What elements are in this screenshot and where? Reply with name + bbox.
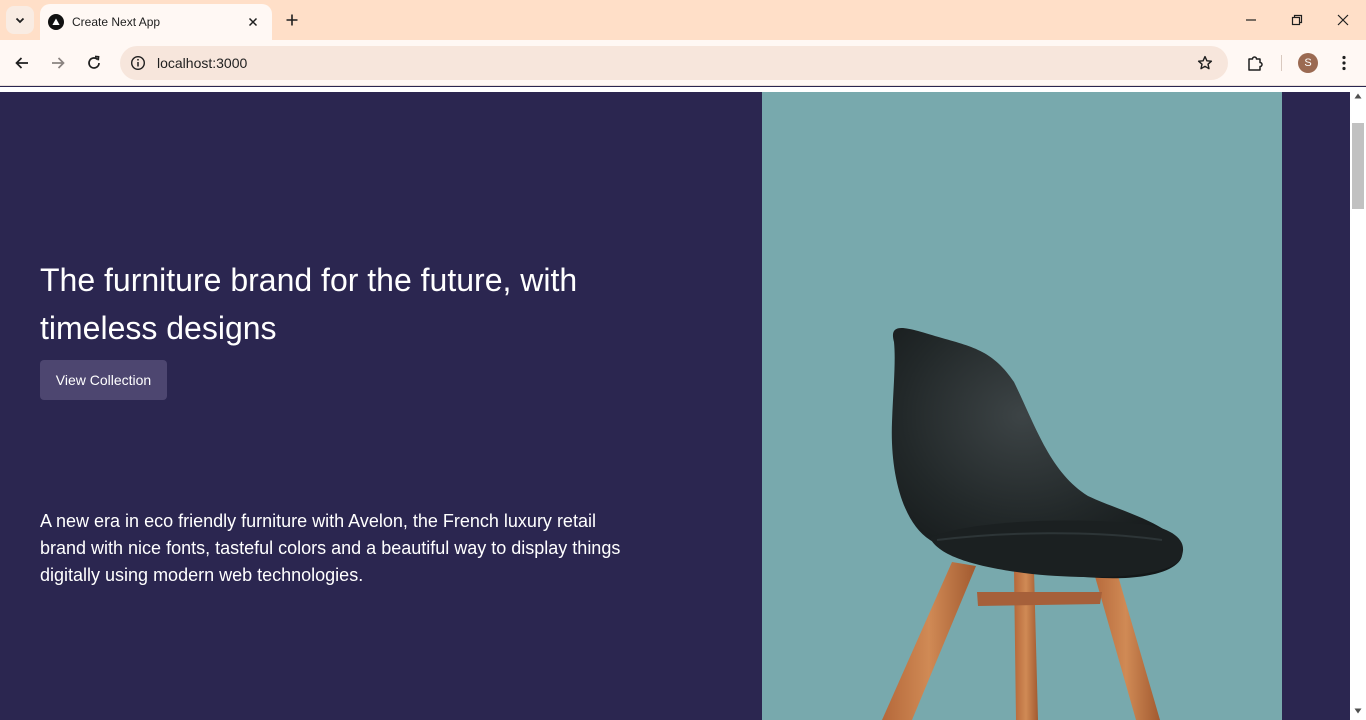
browser-menu-button[interactable] xyxy=(1330,49,1358,77)
info-icon xyxy=(130,55,146,71)
address-bar[interactable]: localhost:3000 xyxy=(120,46,1228,80)
reload-button[interactable] xyxy=(80,49,108,77)
browser-tab[interactable]: Create Next App xyxy=(40,4,272,40)
close-icon xyxy=(1337,14,1349,26)
arrow-right-icon xyxy=(52,57,65,69)
plus-icon xyxy=(286,14,298,26)
restore-icon xyxy=(1291,14,1303,26)
reload-icon xyxy=(88,55,100,69)
scroll-down-button[interactable] xyxy=(1350,704,1366,718)
hero-description: A new era in eco friendly furniture with… xyxy=(40,511,621,585)
chair-illustration xyxy=(882,327,1184,720)
browser-toolbar: localhost:3000 S xyxy=(0,40,1366,86)
tab-title: Create Next App xyxy=(72,15,161,29)
arrow-left-icon xyxy=(15,57,28,69)
site-info-button[interactable] xyxy=(121,46,155,80)
extensions-button[interactable] xyxy=(1241,49,1269,77)
toolbar-divider xyxy=(1281,55,1282,71)
new-tab-button[interactable] xyxy=(280,8,304,32)
minimize-icon xyxy=(1246,19,1256,21)
close-window-button[interactable] xyxy=(1328,6,1358,34)
triangle-up-icon xyxy=(1354,93,1362,99)
triangle-logo-icon xyxy=(48,14,64,30)
view-collection-button[interactable]: View Collection xyxy=(40,360,167,400)
hero-title: The furniture brand for the future, with… xyxy=(40,262,578,346)
close-icon xyxy=(248,17,258,27)
back-button[interactable] xyxy=(8,49,36,77)
tab-close-button[interactable] xyxy=(244,13,262,31)
tab-search-button[interactable] xyxy=(6,6,34,34)
hero-section: The furniture brand for the future, with… xyxy=(0,92,1350,720)
forward-button[interactable] xyxy=(44,49,72,77)
restore-button[interactable] xyxy=(1282,6,1312,34)
vertical-scrollbar[interactable] xyxy=(1350,87,1366,720)
profile-button[interactable]: S xyxy=(1294,49,1322,77)
url-text[interactable]: localhost:3000 xyxy=(157,55,1190,71)
tab-strip: Create Next App xyxy=(0,0,1366,40)
bookmark-button[interactable] xyxy=(1190,48,1220,78)
hero-image xyxy=(762,92,1282,720)
page-viewport: The furniture brand for the future, with… xyxy=(0,87,1366,720)
triangle-down-icon xyxy=(1354,708,1362,714)
puzzle-icon xyxy=(1248,56,1263,71)
avatar: S xyxy=(1298,53,1318,73)
scroll-up-button[interactable] xyxy=(1350,89,1366,103)
scrollbar-thumb[interactable] xyxy=(1352,123,1364,209)
chevron-down-icon xyxy=(15,17,25,24)
kebab-menu-icon xyxy=(1342,55,1346,71)
star-icon xyxy=(1197,55,1213,70)
minimize-button[interactable] xyxy=(1236,6,1266,34)
